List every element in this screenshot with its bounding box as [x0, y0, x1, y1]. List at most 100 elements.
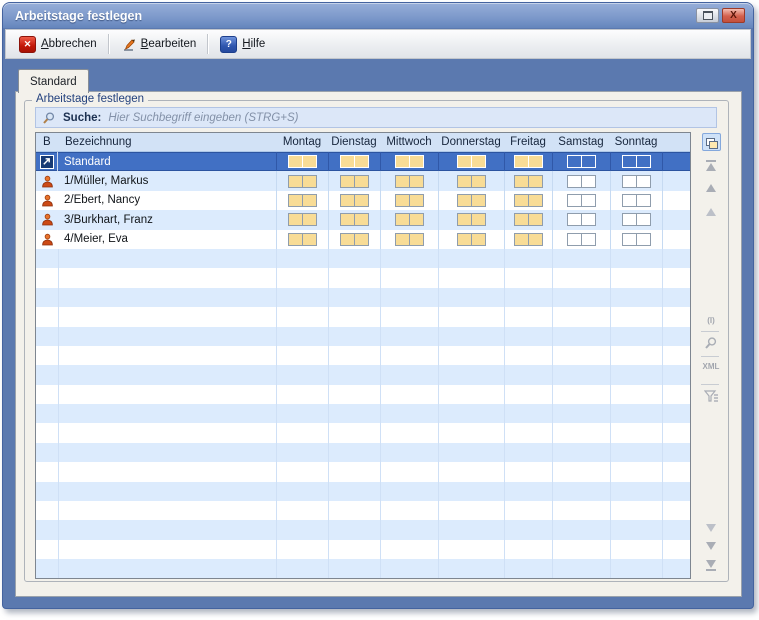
empty-row[interactable] — [36, 520, 690, 539]
filter-button[interactable] — [695, 390, 727, 403]
day-cell-samstag[interactable] — [552, 191, 610, 210]
day-cell-dienstag[interactable] — [328, 171, 380, 190]
column-header-montag[interactable]: Montag — [276, 133, 328, 151]
day-cell-montag[interactable] — [276, 210, 328, 229]
empty-row[interactable] — [36, 307, 690, 326]
table-row[interactable]: 3/Burkhart, Franz — [36, 210, 690, 229]
day-cell-dienstag[interactable] — [328, 230, 380, 249]
search-label: Suche: — [63, 112, 101, 124]
day-cell-sonntag[interactable] — [610, 230, 662, 249]
row-label: 2/Ebert, Nancy — [58, 191, 276, 210]
button-label: Bearbeiten — [141, 38, 197, 50]
zoom-button[interactable] — [695, 336, 727, 350]
day-cell-freitag[interactable] — [504, 230, 552, 249]
scroll-to-bottom-button[interactable] — [695, 560, 727, 571]
column-header-dienstag[interactable]: Dienstag — [328, 133, 380, 151]
tab-standard[interactable]: Standard — [18, 69, 89, 93]
table-row[interactable]: 4/Meier, Eva — [36, 230, 690, 249]
titlebar[interactable]: Arbeitstage festlegen X — [3, 3, 753, 28]
close-button[interactable]: X — [722, 8, 745, 23]
hilfe-button[interactable]: ?Hilfe — [211, 32, 274, 56]
row-label: Standard — [58, 152, 276, 171]
restore-icon — [703, 11, 713, 20]
day-cell-samstag[interactable] — [552, 171, 610, 190]
empty-row[interactable] — [36, 385, 690, 404]
column-header-samstag[interactable]: Samstag — [552, 133, 610, 151]
day-cell-donnerstag[interactable] — [438, 171, 504, 190]
scroll-up-button[interactable] — [695, 208, 727, 216]
column-header-sonntag[interactable]: Sonntag — [610, 133, 662, 151]
column-header-bezeichnung[interactable]: Bezeichnung — [58, 133, 276, 151]
screen: Arbeitstage festlegen X ✕Abbrechen Bearbe… — [0, 0, 759, 620]
restore-button[interactable] — [696, 8, 719, 23]
day-cell-freitag[interactable] — [504, 152, 552, 171]
move-row-down-button[interactable] — [695, 542, 727, 550]
person-icon — [36, 210, 58, 229]
xml-export-button[interactable]: XML — [695, 362, 727, 371]
table-header: BBezeichnungMontagDienstagMittwochDonner… — [36, 133, 690, 152]
bearbeiten-button[interactable]: Bearbeiten — [112, 32, 206, 56]
column-autofit-button[interactable]: (I) — [695, 316, 727, 325]
toolbar-separator — [207, 34, 209, 54]
day-cell-sonntag[interactable] — [610, 191, 662, 210]
empty-row[interactable] — [36, 249, 690, 268]
column-header-freitag[interactable]: Freitag — [504, 133, 552, 151]
day-cell-freitag[interactable] — [504, 191, 552, 210]
day-cell-donnerstag[interactable] — [438, 152, 504, 171]
column-header-donnerstag[interactable]: Donnerstag — [438, 133, 504, 151]
empty-row[interactable] — [36, 462, 690, 481]
move-row-up-button[interactable] — [695, 184, 727, 192]
table-row[interactable]: Standard — [36, 152, 690, 171]
scroll-to-top-button[interactable] — [695, 160, 727, 171]
empty-row[interactable] — [36, 365, 690, 384]
scroll-down-button[interactable] — [695, 524, 727, 532]
tab-content-panel: Arbeitstage festlegen Suche: Hier Suchbe… — [15, 91, 742, 597]
tab-label: Standard — [30, 76, 77, 88]
day-cell-freitag[interactable] — [504, 171, 552, 190]
day-cell-dienstag[interactable] — [328, 210, 380, 229]
empty-row[interactable] — [36, 404, 690, 423]
empty-row[interactable] — [36, 540, 690, 559]
empty-row[interactable] — [36, 327, 690, 346]
search-bar[interactable]: Suche: Hier Suchbegriff eingeben (STRG+S… — [35, 107, 717, 128]
empty-row[interactable] — [36, 288, 690, 307]
toolbar-separator — [108, 34, 110, 54]
table-row[interactable]: 2/Ebert, Nancy — [36, 191, 690, 210]
day-cell-mittwoch[interactable] — [380, 171, 438, 190]
abbrechen-button[interactable]: ✕Abbrechen — [10, 32, 106, 56]
table-row[interactable]: 1/Müller, Markus — [36, 171, 690, 190]
empty-row[interactable] — [36, 268, 690, 287]
day-cell-dienstag[interactable] — [328, 191, 380, 210]
day-cell-dienstag[interactable] — [328, 152, 380, 171]
row-label: 3/Burkhart, Franz — [58, 210, 276, 229]
day-cell-donnerstag[interactable] — [438, 230, 504, 249]
empty-row[interactable] — [36, 559, 690, 578]
empty-row[interactable] — [36, 482, 690, 501]
day-cell-mittwoch[interactable] — [380, 230, 438, 249]
worktable: BBezeichnungMontagDienstagMittwochDonner… — [35, 132, 691, 579]
empty-row[interactable] — [36, 346, 690, 365]
day-cell-montag[interactable] — [276, 230, 328, 249]
empty-row[interactable] — [36, 423, 690, 442]
day-cell-sonntag[interactable] — [610, 210, 662, 229]
day-cell-mittwoch[interactable] — [380, 191, 438, 210]
empty-row[interactable] — [36, 443, 690, 462]
day-cell-donnerstag[interactable] — [438, 191, 504, 210]
day-cell-freitag[interactable] — [504, 210, 552, 229]
column-header-b[interactable]: B — [36, 133, 58, 151]
day-cell-sonntag[interactable] — [610, 171, 662, 190]
day-cell-sonntag[interactable] — [610, 152, 662, 171]
empty-row[interactable] — [36, 501, 690, 520]
day-cell-samstag[interactable] — [552, 152, 610, 171]
select-columns-button[interactable] — [702, 133, 721, 151]
person-icon — [36, 230, 58, 249]
day-cell-montag[interactable] — [276, 171, 328, 190]
day-cell-montag[interactable] — [276, 152, 328, 171]
column-header-mittwoch[interactable]: Mittwoch — [380, 133, 438, 151]
day-cell-samstag[interactable] — [552, 230, 610, 249]
day-cell-montag[interactable] — [276, 191, 328, 210]
day-cell-mittwoch[interactable] — [380, 210, 438, 229]
day-cell-donnerstag[interactable] — [438, 210, 504, 229]
day-cell-mittwoch[interactable] — [380, 152, 438, 171]
day-cell-samstag[interactable] — [552, 210, 610, 229]
